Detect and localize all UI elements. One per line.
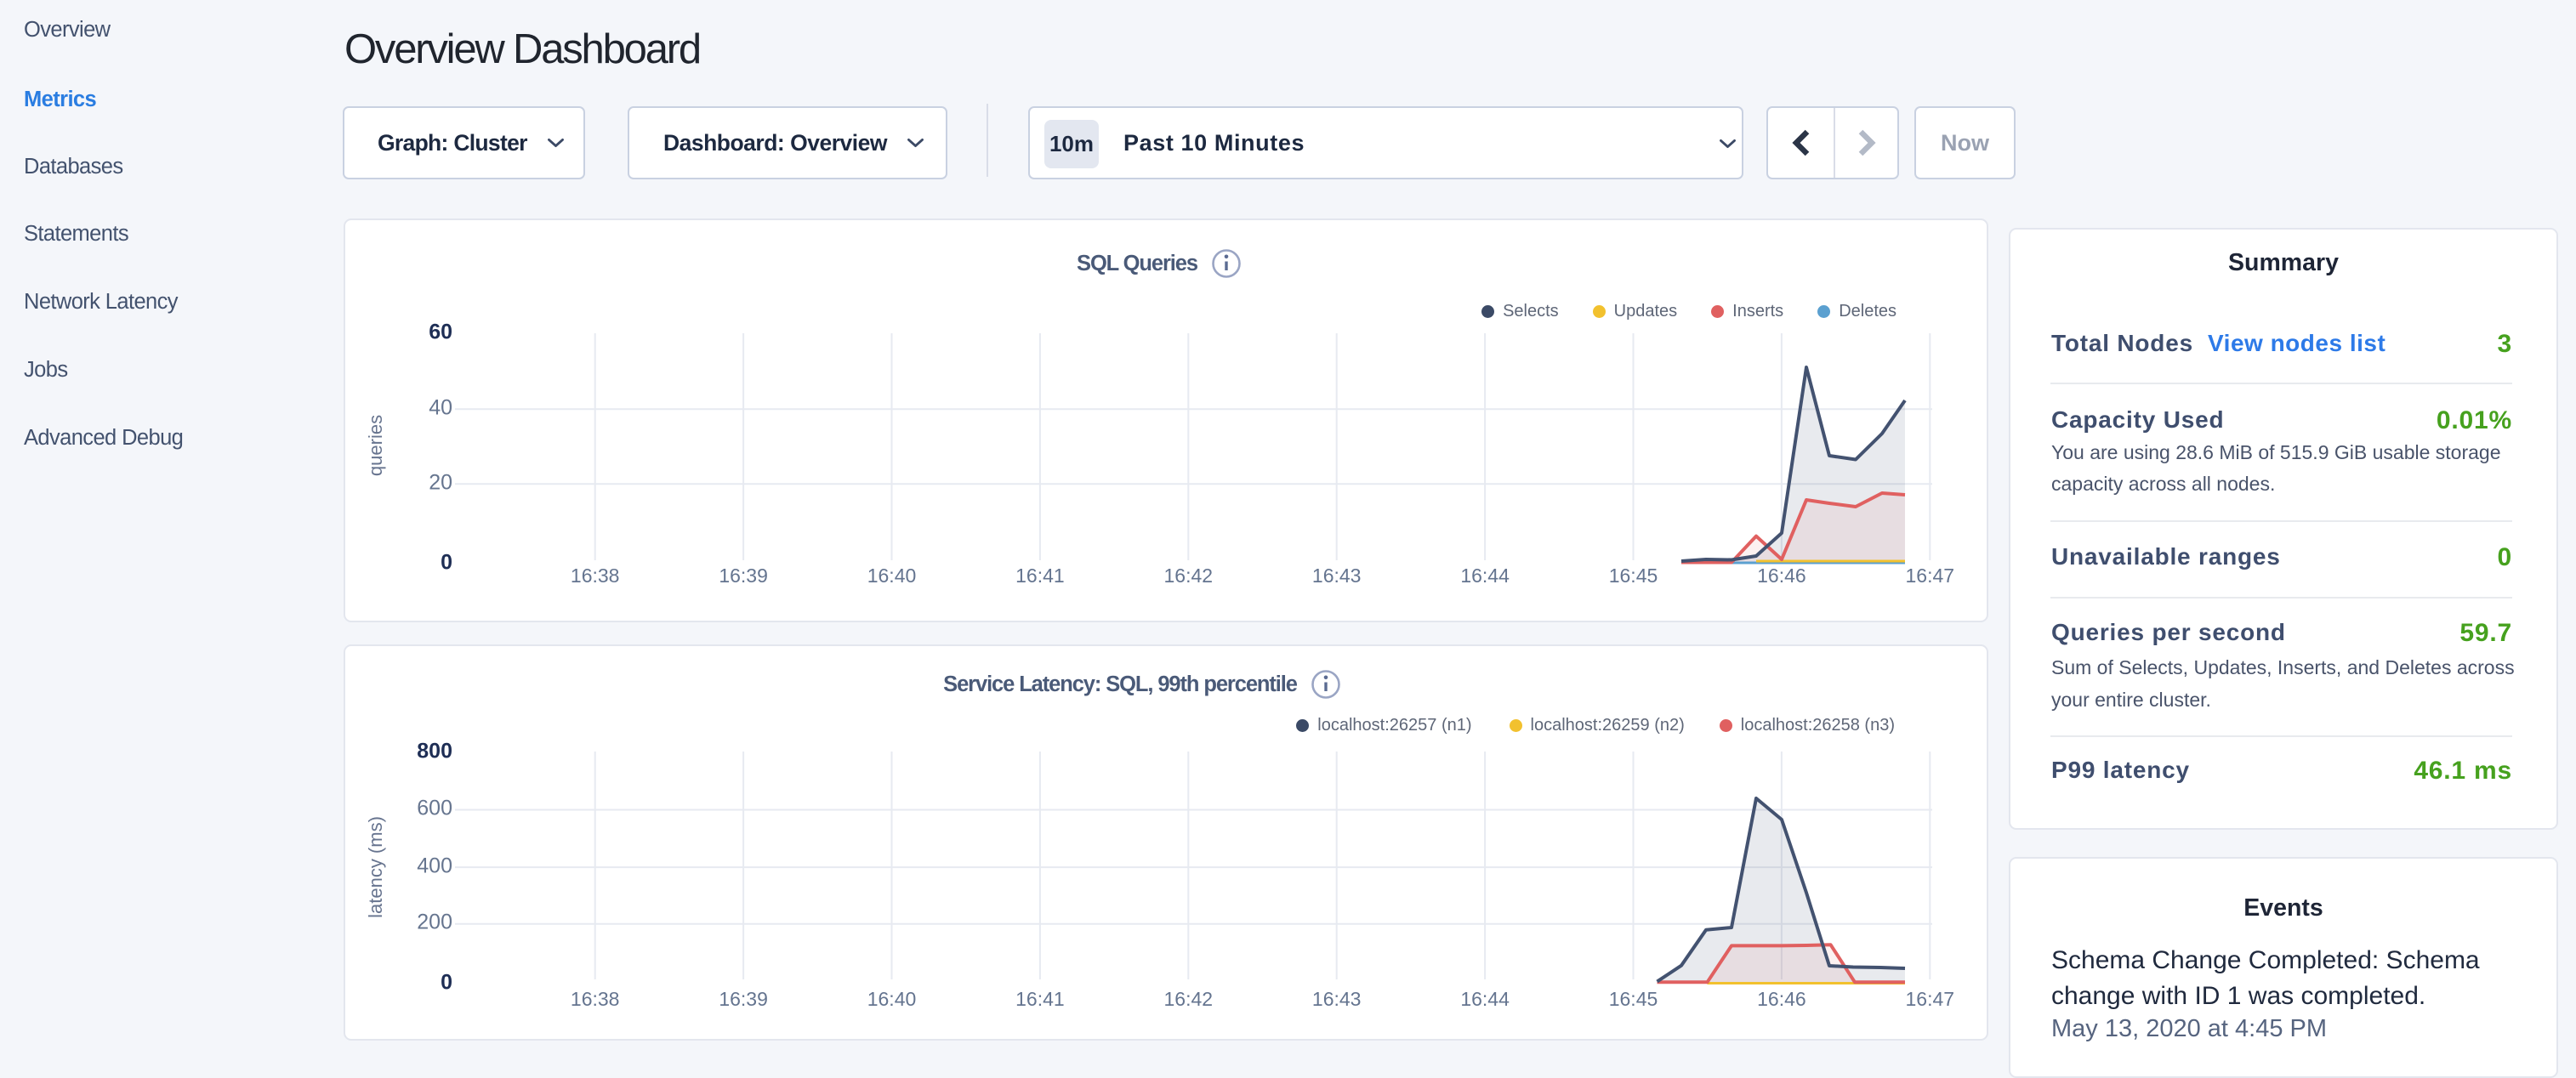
svg-text:16:38: 16:38 (571, 988, 620, 1010)
svg-text:16:45: 16:45 (1609, 988, 1658, 1010)
svg-text:latency (ms): latency (ms) (365, 816, 386, 918)
svg-text:16:41: 16:41 (1015, 565, 1065, 587)
svg-text:20: 20 (429, 471, 452, 495)
svg-text:200: 200 (417, 911, 452, 934)
svg-text:16:44: 16:44 (1460, 988, 1510, 1010)
svg-text:16:45: 16:45 (1609, 565, 1658, 587)
svg-text:16:42: 16:42 (1164, 988, 1214, 1010)
svg-text:16:47: 16:47 (1906, 565, 1955, 587)
svg-text:queries: queries (365, 415, 386, 476)
svg-text:16:40: 16:40 (867, 565, 917, 587)
svg-text:16:43: 16:43 (1312, 565, 1362, 587)
svg-text:800: 800 (417, 740, 452, 763)
svg-text:0: 0 (441, 971, 452, 995)
svg-text:40: 40 (429, 396, 452, 420)
svg-text:16:42: 16:42 (1164, 565, 1214, 587)
svg-text:16:39: 16:39 (719, 565, 768, 587)
svg-text:60: 60 (429, 321, 452, 344)
svg-text:600: 600 (417, 797, 452, 820)
svg-text:16:47: 16:47 (1906, 988, 1955, 1010)
svg-text:16:40: 16:40 (867, 988, 917, 1010)
svg-text:0: 0 (441, 551, 452, 575)
svg-text:400: 400 (417, 854, 452, 878)
svg-text:16:39: 16:39 (719, 988, 768, 1010)
svg-text:16:43: 16:43 (1312, 988, 1362, 1010)
svg-text:16:38: 16:38 (571, 565, 620, 587)
svg-text:16:44: 16:44 (1460, 565, 1510, 587)
svg-text:16:46: 16:46 (1757, 988, 1806, 1010)
svg-text:16:41: 16:41 (1015, 988, 1065, 1010)
svg-text:16:46: 16:46 (1757, 565, 1806, 587)
